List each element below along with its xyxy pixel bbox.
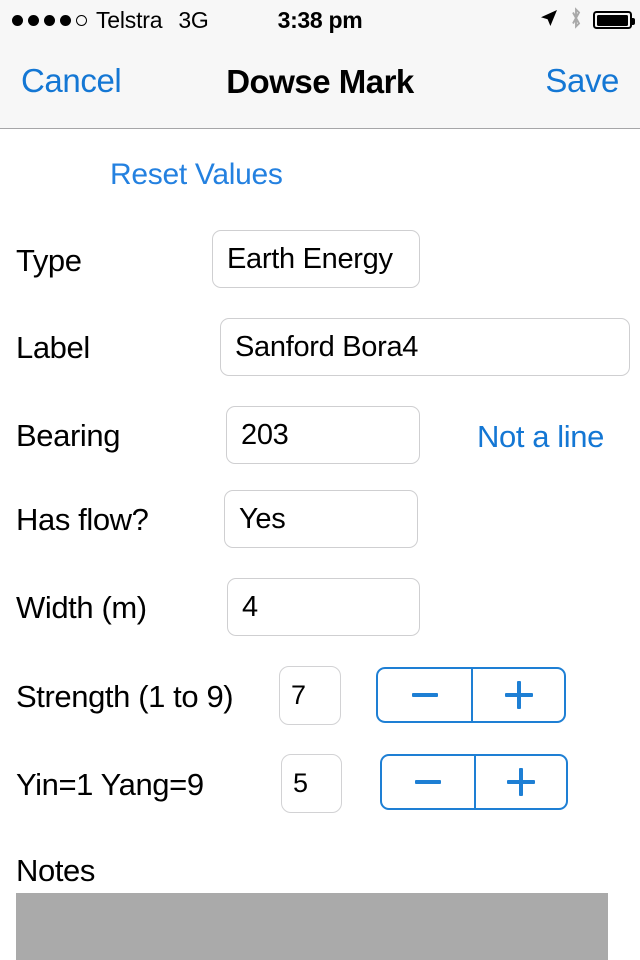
strength-increment-button[interactable] xyxy=(471,669,564,721)
battery-icon xyxy=(593,11,635,29)
minus-icon xyxy=(415,780,441,784)
status-bar: Telstra 3G 3:38 pm xyxy=(0,0,640,40)
status-bar-right xyxy=(539,6,635,34)
label-type: Type xyxy=(16,243,82,278)
plus-icon xyxy=(504,681,533,709)
has-flow-field[interactable]: Yes xyxy=(224,490,418,548)
label-has-flow: Has flow? xyxy=(16,502,149,537)
location-arrow-icon xyxy=(539,8,559,33)
label-strength: Strength (1 to 9) xyxy=(16,679,234,714)
width-field[interactable]: 4 xyxy=(227,578,420,636)
bearing-field[interactable]: 203 xyxy=(226,406,420,464)
label-bearing: Bearing xyxy=(16,418,121,453)
type-field[interactable]: Earth Energy xyxy=(212,230,420,288)
yin-yang-stepper[interactable] xyxy=(380,754,568,810)
strength-value-field[interactable]: 7 xyxy=(279,666,341,725)
yin-yang-value-field[interactable]: 5 xyxy=(281,754,342,813)
minus-icon xyxy=(411,693,438,697)
yin-yang-increment-button[interactable] xyxy=(474,756,566,808)
yin-yang-decrement-button[interactable] xyxy=(382,756,474,808)
battery-fill xyxy=(597,14,628,26)
save-button[interactable]: Save xyxy=(545,62,619,100)
not-a-line-button[interactable]: Not a line xyxy=(477,419,604,455)
strength-decrement-button[interactable] xyxy=(378,669,471,721)
label-width: Width (m) xyxy=(16,590,147,625)
notes-textarea[interactable] xyxy=(16,893,608,960)
strength-stepper[interactable] xyxy=(376,667,566,723)
bluetooth-icon xyxy=(569,6,583,34)
label-notes: Notes xyxy=(16,853,95,888)
page-title: Dowse Mark xyxy=(226,63,414,100)
label-field[interactable]: Sanford Bora4 xyxy=(220,318,630,376)
reset-values-button[interactable]: Reset Values xyxy=(110,158,283,192)
plus-icon xyxy=(507,768,535,796)
form-content: Reset Values Type Earth Energy Label San… xyxy=(0,130,640,960)
label-label: Label xyxy=(16,330,90,365)
app-screen: Telstra 3G 3:38 pm Cancel Dowse Mark Sav… xyxy=(0,0,640,960)
label-yin-yang: Yin=1 Yang=9 xyxy=(16,767,204,802)
navigation-bar: Cancel Dowse Mark Save xyxy=(0,40,640,129)
